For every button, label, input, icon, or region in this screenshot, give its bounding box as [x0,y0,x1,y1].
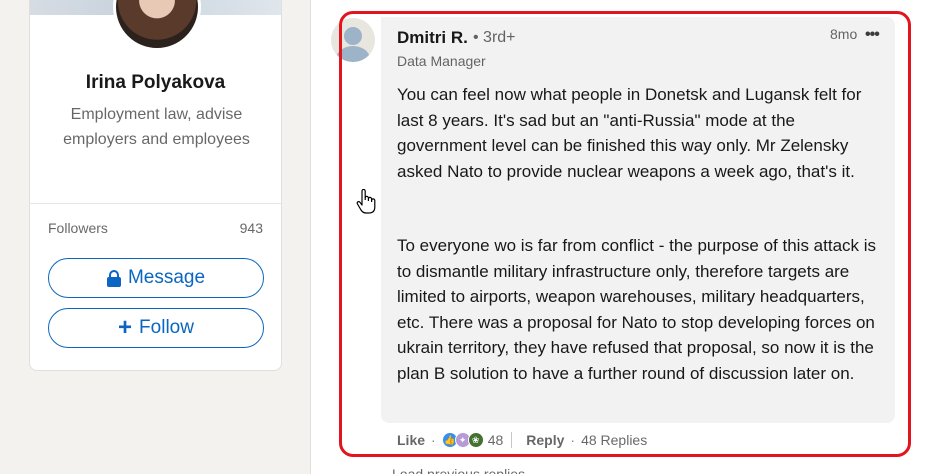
plus-icon: + [118,314,133,341]
comment-author-title: Data Manager [397,53,486,69]
comment-author-avatar[interactable] [331,18,375,62]
reaction-count: 48 [487,432,504,448]
comment-text-paragraph: You can feel now what people in Donetsk … [397,85,862,181]
profile-card: Irina Polyakova Employment law, advise e… [29,0,282,371]
more-options-icon[interactable]: ••• [865,26,880,44]
followers-label: Followers [48,220,108,236]
follow-button-label: Follow [139,317,194,338]
lock-icon [106,269,121,287]
replies-count-link[interactable]: 48 Replies [581,432,647,448]
reply-button[interactable]: Reply [526,432,564,448]
comment-author-name[interactable]: Dmitri R. [397,28,468,48]
separator-dot: · [570,432,576,448]
profile-headline: Employment law, advise employers and emp… [63,106,250,148]
profile-name[interactable]: Irina Polyakova [30,72,281,94]
load-previous-replies-link[interactable]: Load previous replies [392,466,525,474]
separator-dot: · [431,432,436,448]
comment-text-paragraph: To everyone wo is far from conflict - th… [397,236,877,383]
connection-degree: • 3rd+ [473,29,516,46]
message-button[interactable]: Message [48,258,264,298]
profile-avatar[interactable] [113,0,201,51]
reactions-summary[interactable]: 👍 ✦ ❀ 48 [441,432,504,448]
followers-count: 943 [239,220,263,236]
card-divider [30,203,281,204]
follow-button[interactable]: + Follow [48,308,264,348]
hand-cursor-icon [356,189,376,214]
comment-actions: Like · 👍 ✦ ❀ 48 Reply · 48 Replies [397,430,647,450]
support-reaction-icon: ❀ [467,432,484,448]
message-button-label: Message [127,267,206,288]
comment-timestamp: 8mo [830,26,858,42]
vertical-divider [511,432,513,448]
like-button[interactable]: Like [397,432,425,448]
followers-row: Followers 943 [48,220,263,236]
